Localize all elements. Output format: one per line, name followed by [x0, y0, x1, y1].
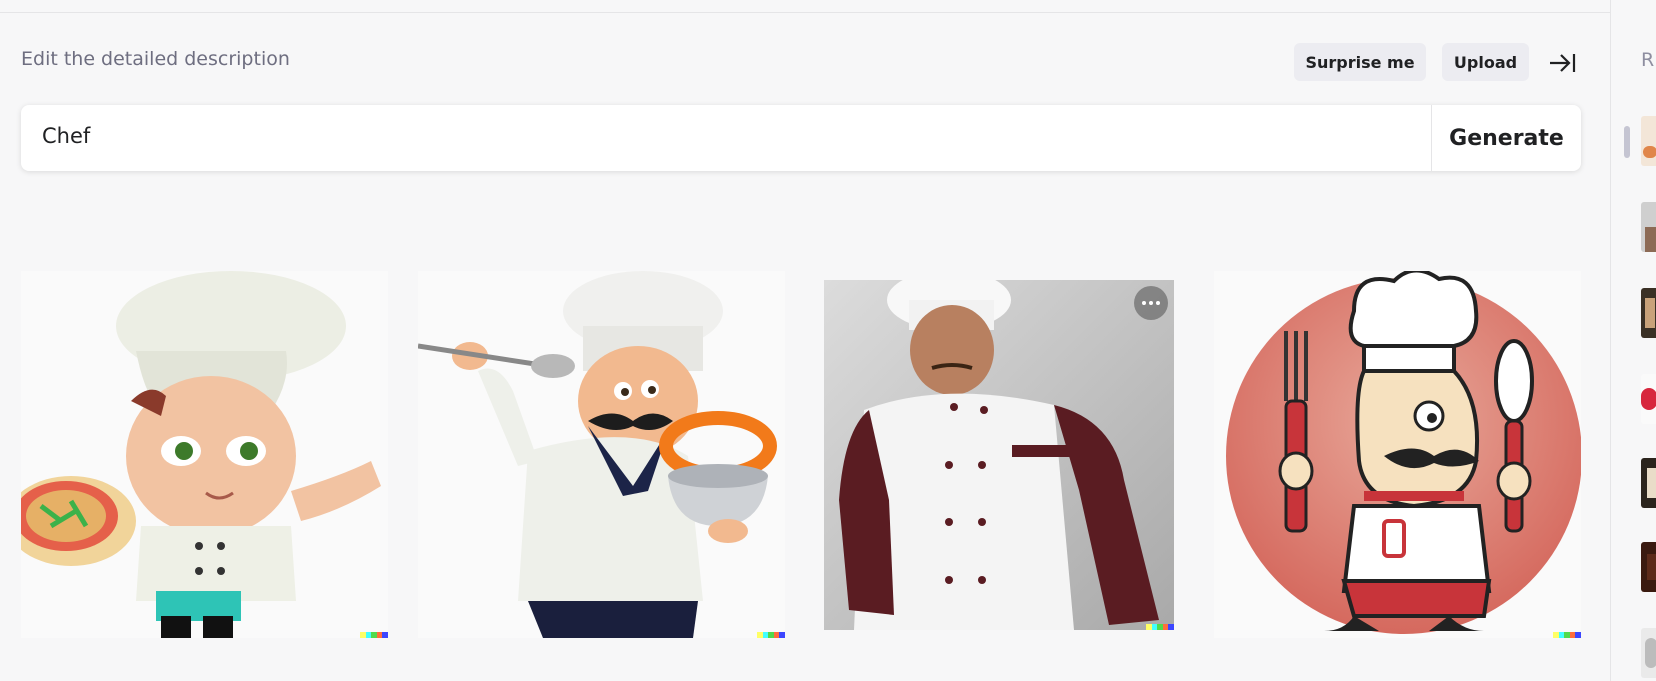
- history-thumbnail[interactable]: [1641, 542, 1656, 592]
- dot-icon: [1149, 301, 1153, 305]
- dot-icon: [1142, 301, 1146, 305]
- signature-stripe: [360, 632, 388, 638]
- upload-button[interactable]: Upload: [1442, 43, 1529, 81]
- signature-stripe: [757, 632, 785, 638]
- history-thumbnail[interactable]: [1641, 202, 1656, 252]
- fork-spoon-chef-illustration: [1214, 271, 1581, 638]
- result-image-1[interactable]: [21, 271, 388, 638]
- photo-chef-illustration: [824, 280, 1174, 630]
- history-thumbnail[interactable]: [1641, 374, 1656, 424]
- thumbnail-detail: [1641, 388, 1656, 410]
- result-image-2[interactable]: [418, 271, 785, 638]
- page-heading: Edit the detailed description: [21, 48, 290, 70]
- signature-color: [1168, 624, 1174, 630]
- surprise-me-button[interactable]: Surprise me: [1294, 43, 1426, 81]
- history-thumbnail[interactable]: [1641, 288, 1656, 338]
- history-thumbnail[interactable]: [1641, 458, 1656, 508]
- dot-icon: [1156, 301, 1160, 305]
- mustache-chef-illustration: [418, 271, 785, 638]
- signature-color: [1575, 632, 1581, 638]
- history-sidebar: R: [1610, 0, 1656, 681]
- history-heading: R: [1641, 49, 1655, 71]
- history-thumbnail[interactable]: [1641, 116, 1656, 166]
- more-options-button[interactable]: [1134, 286, 1168, 320]
- generate-button[interactable]: Generate: [1432, 105, 1581, 171]
- arrow-right-to-bar-icon: [1550, 54, 1576, 72]
- thumbnail-detail: [1647, 554, 1656, 580]
- signature-stripe: [1146, 624, 1174, 630]
- main-panel: Edit the detailed description Surprise m…: [0, 0, 1610, 681]
- result-image-3[interactable]: [824, 280, 1174, 630]
- thumbnail-detail: [1647, 468, 1656, 498]
- thumbnail-detail: [1645, 298, 1655, 328]
- signature-color: [382, 632, 388, 638]
- boy-chef-illustration: [21, 271, 388, 638]
- history-thumbnail[interactable]: [1641, 628, 1656, 678]
- thumbnail-detail: [1643, 146, 1656, 158]
- top-divider: [0, 12, 1610, 13]
- history-scrollbar[interactable]: [1624, 126, 1630, 158]
- signature-color: [779, 632, 785, 638]
- prompt-bar: Chef Generate: [21, 105, 1581, 171]
- collapse-sidebar-button[interactable]: [1547, 48, 1577, 78]
- thumbnail-detail: [1645, 638, 1656, 668]
- result-image-4[interactable]: [1214, 271, 1581, 638]
- thumbnail-detail: [1645, 227, 1656, 252]
- prompt-input[interactable]: Chef: [42, 124, 90, 148]
- signature-stripe: [1553, 632, 1581, 638]
